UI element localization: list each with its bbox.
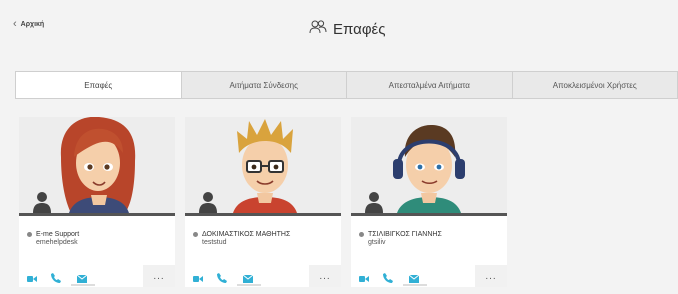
tab-sent-requests[interactable]: Απεσταλμένα Αιτήματα — [347, 72, 513, 98]
back-button[interactable]: ‹ Αρχική — [13, 19, 44, 30]
status-indicator — [27, 232, 32, 237]
contacts-tabs: Επαφές Αιτήματα Σύνδεσης Απεσταλμένα Αιτ… — [15, 71, 678, 99]
page-title: Επαφές — [309, 20, 385, 39]
tab-blocked-users[interactable]: Αποκλεισμένοι Χρήστες — [513, 72, 678, 98]
phone-icon[interactable] — [383, 270, 393, 288]
page-title-text: Επαφές — [333, 21, 386, 38]
tab-contacts[interactable]: Επαφές — [16, 72, 182, 98]
avatar — [19, 117, 175, 213]
video-camera-icon[interactable] — [193, 270, 203, 288]
card-actions: ... — [351, 265, 507, 287]
contact-info: ΤΣΙΛΙΒΙΓΚΟΣ ΓΙΑΝΝΗΣ gtsiliv — [359, 231, 503, 246]
contact-username: emehelpdesk — [36, 239, 78, 246]
more-options-button[interactable]: ... — [475, 265, 507, 287]
video-camera-icon[interactable] — [27, 270, 37, 288]
more-options-button[interactable]: ... — [309, 265, 341, 287]
contact-username: teststud — [202, 239, 227, 246]
top-bar: ‹ Αρχική Επαφές — [0, 0, 678, 56]
chevron-left-icon: ‹ — [13, 18, 17, 30]
contact-name: E-me Support — [36, 231, 80, 238]
more-options-button[interactable]: ... — [143, 265, 175, 287]
phone-icon[interactable] — [51, 270, 61, 288]
contact-username: gtsiliv — [368, 239, 386, 246]
contact-card[interactable]: ΤΣΙΛΙΒΙΓΚΟΣ ΓΙΑΝΝΗΣ gtsiliv ... — [351, 117, 507, 287]
contact-info: E-me Support emehelpdesk — [27, 231, 171, 246]
card-divider — [351, 213, 507, 216]
card-actions: ... — [185, 265, 341, 287]
contact-card[interactable]: ΔΟΚΙΜΑΣΤΙΚΟΣ ΜΑΘΗΤΗΣ teststud ... — [185, 117, 341, 287]
back-label: Αρχική — [20, 21, 45, 28]
status-indicator — [359, 232, 364, 237]
avatar — [351, 117, 507, 213]
action-divider — [237, 284, 261, 286]
contact-name: ΔΟΚΙΜΑΣΤΙΚΟΣ ΜΑΘΗΤΗΣ — [202, 231, 291, 238]
contact-info: ΔΟΚΙΜΑΣΤΙΚΟΣ ΜΑΘΗΤΗΣ teststud — [193, 231, 337, 246]
phone-icon[interactable] — [217, 270, 227, 288]
video-camera-icon[interactable] — [359, 270, 369, 288]
card-actions: ... — [19, 265, 175, 287]
status-indicator — [193, 232, 198, 237]
card-divider — [185, 213, 341, 216]
action-divider — [403, 284, 427, 286]
contact-card[interactable]: E-me Support emehelpdesk ... — [19, 117, 175, 287]
contact-name: ΤΣΙΛΙΒΙΓΚΟΣ ΓΙΑΝΝΗΣ — [368, 231, 442, 238]
avatar — [185, 117, 341, 213]
card-divider — [19, 213, 175, 216]
tab-connection-requests[interactable]: Αιτήματα Σύνδεσης — [182, 72, 347, 98]
action-divider — [71, 284, 95, 286]
contacts-icon — [309, 20, 327, 39]
